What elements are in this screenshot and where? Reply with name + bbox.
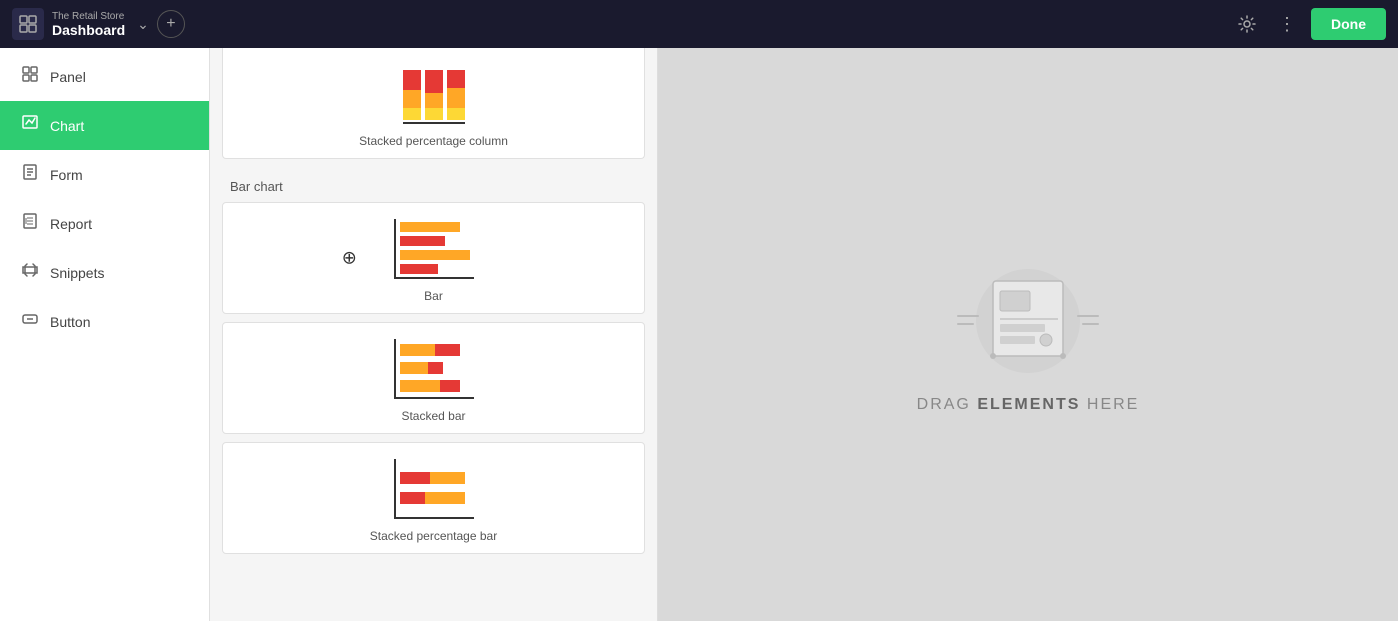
drag-prefix: DRAG (917, 396, 978, 413)
stacked-pct-bar-preview (394, 459, 474, 519)
app-logo (12, 8, 44, 40)
drag-bold: ELEMENTS (977, 396, 1080, 413)
sidebar-label-button: Button (50, 314, 90, 330)
section-label-bar: Bar chart (210, 167, 657, 202)
report-icon (20, 213, 40, 234)
sidebar-label-panel: Panel (50, 69, 86, 85)
button-icon (20, 311, 40, 332)
stacked-pct-col-preview (403, 64, 465, 124)
sidebar-label-form: Form (50, 167, 83, 183)
drag-suffix: HERE (1080, 396, 1139, 413)
sidebar-item-button[interactable]: Button (0, 297, 209, 346)
sidebar-item-report[interactable]: Report (0, 199, 209, 248)
sidebar-label-snippets: Snippets (50, 265, 104, 281)
form-icon (20, 164, 40, 185)
chart-card-bar[interactable]: ⊕ Bar (222, 202, 645, 314)
chart-card-stacked-bar[interactable]: Stacked bar (222, 322, 645, 434)
chevron-down-icon[interactable]: ⌄ (137, 16, 149, 33)
sidebar-item-chart[interactable]: Chart (0, 101, 209, 150)
app-title-group: The Retail Store Dashboard (52, 11, 125, 38)
settings-icon[interactable] (1231, 8, 1263, 40)
sidebar-item-snippets[interactable]: Snippets (0, 248, 209, 297)
sidebar-item-form[interactable]: Form (0, 150, 209, 199)
drag-elements-text: DRAG ELEMENTS HERE (917, 396, 1140, 414)
panel-icon (20, 66, 40, 87)
topbar: The Retail Store Dashboard ⌄ + ⋮ Done (0, 0, 1398, 48)
app-subtitle: The Retail Store (52, 11, 125, 22)
stacked-bar-preview (394, 339, 474, 399)
done-button[interactable]: Done (1311, 8, 1386, 40)
drag-illustration (928, 256, 1128, 376)
chart-label-stacked-pct-col: Stacked percentage column (359, 134, 508, 148)
chart-card-stacked-pct-bar[interactable]: Stacked percentage bar (222, 442, 645, 554)
chart-label-bar: Bar (424, 289, 443, 303)
chart-label-stacked-pct-bar: Stacked percentage bar (370, 529, 497, 543)
main-layout: Panel Chart Form (0, 48, 1398, 621)
chart-icon (20, 115, 40, 136)
more-options-icon[interactable]: ⋮ (1271, 8, 1303, 40)
sidebar-item-panel[interactable]: Panel (0, 52, 209, 101)
sidebar-label-report: Report (50, 216, 92, 232)
chart-panel: Stacked percentage column Bar chart ⊕ (210, 48, 658, 621)
add-button[interactable]: + (157, 10, 185, 38)
sidebar-label-chart: Chart (50, 118, 84, 134)
app-main-title: Dashboard (52, 22, 125, 38)
move-cursor-icon: ⊕ (342, 248, 357, 269)
drop-zone: DRAG ELEMENTS HERE (658, 48, 1398, 621)
snippets-icon (20, 262, 40, 283)
chart-card-stacked-pct-col[interactable]: Stacked percentage column (222, 48, 645, 159)
chart-label-stacked-bar: Stacked bar (401, 409, 465, 423)
sidebar: Panel Chart Form (0, 48, 210, 621)
bar-preview (394, 219, 474, 279)
